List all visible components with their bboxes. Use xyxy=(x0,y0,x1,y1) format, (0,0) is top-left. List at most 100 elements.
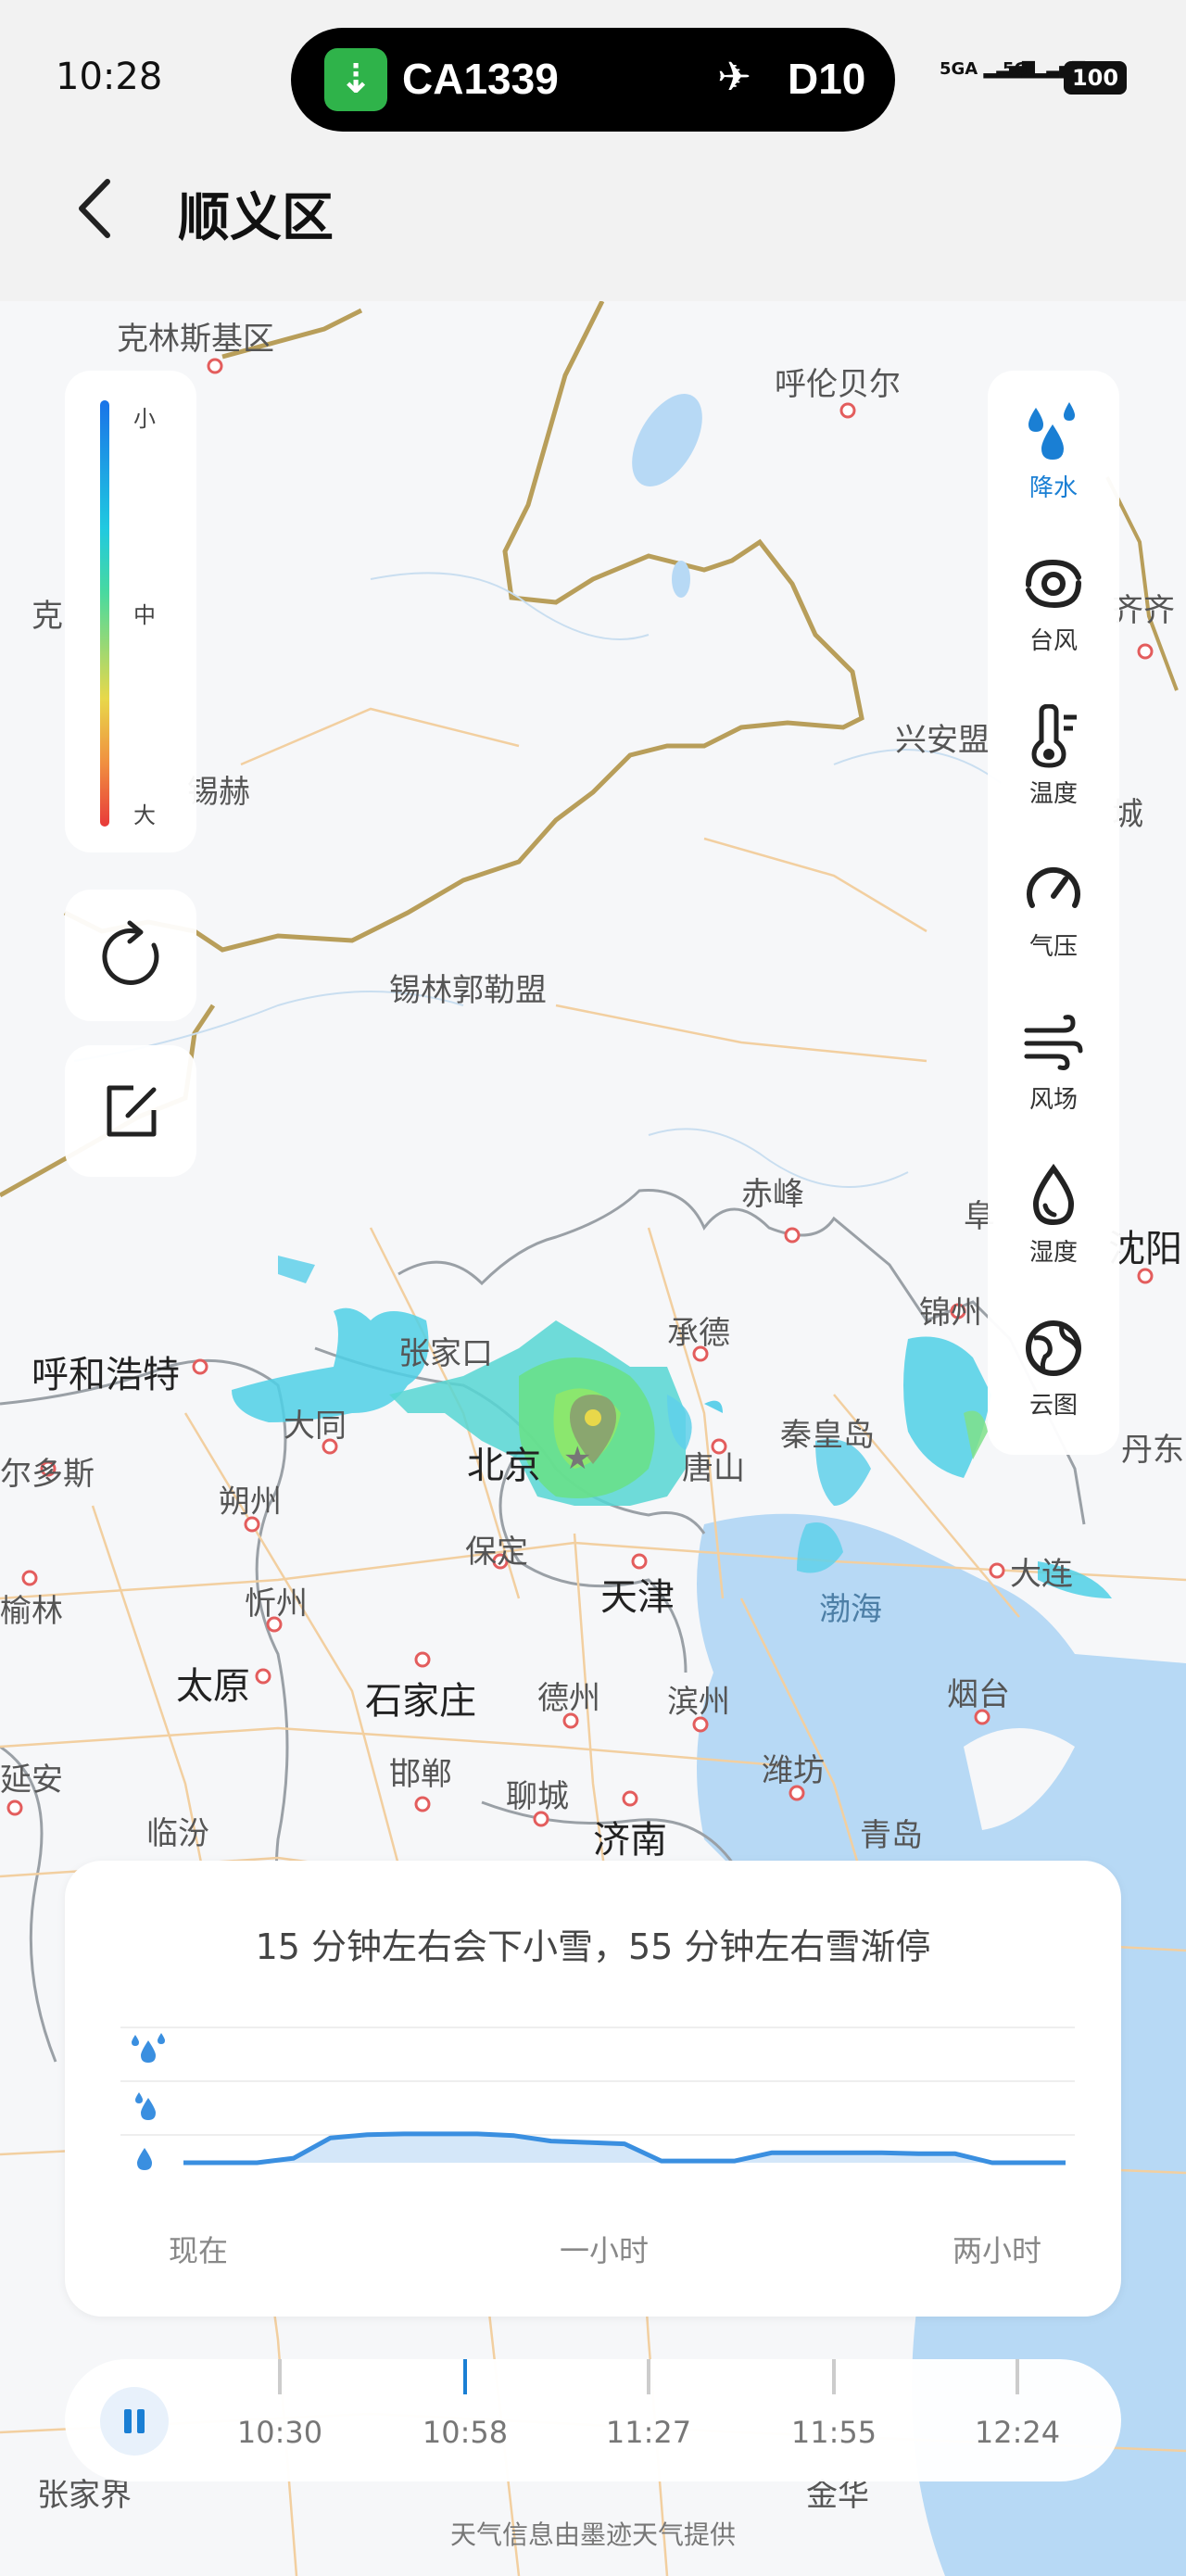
layer-humidity[interactable]: 湿度 xyxy=(988,1135,1119,1283)
map-label: 邯郸 xyxy=(389,1756,452,1793)
intensity-medium-icon xyxy=(135,2092,156,2120)
map-label: 德州 xyxy=(537,1680,600,1717)
pressure-gauge-icon xyxy=(1027,866,1080,908)
timeline-tick[interactable] xyxy=(832,2359,836,2394)
timeline-tick-active[interactable] xyxy=(463,2359,467,2394)
airline-logo-icon: ⇣ xyxy=(324,48,387,111)
map-label: 保定 xyxy=(465,1534,528,1571)
svg-text:★: ★ xyxy=(563,1440,591,1477)
map-label: 潍坊 xyxy=(762,1752,825,1789)
battery-icon: 100 xyxy=(1064,61,1127,95)
layer-cloud[interactable]: 云图 xyxy=(988,1288,1119,1436)
legend-label-large: 大 xyxy=(133,802,156,828)
map-label: 锡林郭勒盟 xyxy=(389,972,547,1009)
map-label: 天津 xyxy=(600,1576,675,1619)
map-label: 石家庄 xyxy=(365,1680,476,1723)
refresh-button[interactable] xyxy=(65,890,196,1021)
layer-typhoon[interactable]: 台风 xyxy=(988,524,1119,672)
map-label: 唐山 xyxy=(682,1450,745,1487)
map-label: 齐齐 xyxy=(1112,592,1175,629)
map-label: 北京 xyxy=(467,1445,541,1487)
map-label: 沈阳 xyxy=(1108,1228,1182,1270)
map-label: 张家口 xyxy=(398,1335,493,1372)
layer-label: 台风 xyxy=(1028,627,1078,655)
map-label: 朔州 xyxy=(219,1484,282,1521)
axis-label-two-hours: 两小时 xyxy=(953,2233,1042,2268)
back-arrow-icon[interactable] xyxy=(72,176,119,241)
layer-panel: 降水 台风 温度 气压 风场 湿度 云图 xyxy=(988,371,1119,1455)
map-label: 大同 xyxy=(284,1408,347,1445)
humidity-drop-icon xyxy=(1032,1163,1075,1226)
map-label: 克 xyxy=(32,598,63,635)
map-label: 呼和浩特 xyxy=(32,1354,180,1396)
map-label: 赤峰 xyxy=(741,1176,804,1213)
edit-button[interactable] xyxy=(65,1045,196,1177)
timeline-player: 10:30 10:58 11:27 11:55 12:24 xyxy=(65,2359,1121,2481)
map-label: 丹东 xyxy=(1121,1432,1184,1469)
refresh-icon xyxy=(102,920,159,985)
map-label: 榆林 xyxy=(0,1593,63,1630)
timeline-tick[interactable] xyxy=(278,2359,282,2394)
layer-label: 云图 xyxy=(1028,1392,1078,1420)
map-label: 秦皇岛 xyxy=(780,1417,875,1454)
map-label: 兴安盟 xyxy=(895,722,990,759)
map-label: 承德 xyxy=(667,1315,730,1352)
forecast-summary: 15 分钟左右会下小雪，55 分钟左右雪渐停 xyxy=(255,1926,931,1967)
page-title: 顺义区 xyxy=(178,188,334,248)
map-label: 太原 xyxy=(176,1665,250,1708)
precipitation-forecast-card: 15 分钟左右会下小雪，55 分钟左右雪渐停 现在 一小时 两小时 xyxy=(65,1861,1121,2317)
timeline-tick[interactable] xyxy=(1016,2359,1019,2394)
wind-icon xyxy=(1024,1015,1083,1070)
layer-wind[interactable]: 风场 xyxy=(988,982,1119,1130)
cloud-globe-icon xyxy=(1026,1320,1081,1376)
timeline-time-label[interactable]: 11:27 xyxy=(584,2415,713,2450)
map-label: 锡赫 xyxy=(187,774,250,811)
intensity-heavy-icon xyxy=(132,2033,165,2063)
status-bar: 10:28 ⇣ CA1339 ✈ D10 5GA ▂▃▅▇ 5G ▂▃▅▇ 10… xyxy=(0,0,1186,139)
map-label: 临汾 xyxy=(146,1815,209,1852)
layer-label: 气压 xyxy=(1028,933,1078,961)
legend-label-medium: 中 xyxy=(133,602,156,628)
thermometer-icon xyxy=(1031,704,1077,768)
legend-label-small: 小 xyxy=(133,406,156,432)
timeline-time-label[interactable]: 10:30 xyxy=(215,2415,345,2450)
axis-label-one-hour: 一小时 xyxy=(560,2233,650,2268)
map-label: 烟台 xyxy=(947,1676,1010,1713)
flight-number: CA1339 xyxy=(402,55,559,103)
pause-button[interactable] xyxy=(100,2387,169,2456)
legend-gradient-bar xyxy=(100,400,109,827)
map-label: 青岛 xyxy=(860,1817,923,1854)
flight-live-activity[interactable]: ⇣ CA1339 ✈ D10 xyxy=(291,28,895,132)
data-credit: 天气信息由墨迹天气提供 xyxy=(449,2519,736,2550)
typhoon-icon xyxy=(1026,559,1081,609)
map-label: 锦州 xyxy=(919,1294,982,1332)
precipitation-legend: 小 中 大 xyxy=(65,371,196,852)
layer-label: 温度 xyxy=(1028,780,1078,808)
gate-number: D10 xyxy=(788,55,866,103)
timeline-time-label[interactable]: 12:24 xyxy=(953,2415,1082,2450)
layer-label: 风场 xyxy=(1028,1086,1078,1114)
timeline-tick[interactable] xyxy=(647,2359,650,2394)
map-label: 忻州 xyxy=(245,1585,308,1623)
axis-label-now: 现在 xyxy=(169,2233,229,2268)
status-time: 10:28 xyxy=(56,56,163,98)
timeline-time-label[interactable]: 10:58 xyxy=(400,2415,530,2450)
layer-label: 湿度 xyxy=(1028,1239,1078,1267)
precipitation-icon xyxy=(1028,402,1075,460)
timeline-time-label[interactable]: 11:55 xyxy=(769,2415,899,2450)
map-label: 克林斯基区 xyxy=(117,321,274,358)
layer-pressure[interactable]: 气压 xyxy=(988,829,1119,978)
layer-precipitation[interactable]: 降水 xyxy=(988,371,1119,519)
intensity-light-icon xyxy=(137,2148,152,2170)
map-label: 大连 xyxy=(1010,1556,1073,1593)
map-label: 滨州 xyxy=(667,1684,730,1721)
map-label: 聊城 xyxy=(506,1778,569,1815)
precipitation-chart xyxy=(120,2027,1075,2170)
edit-icon xyxy=(107,1085,157,1137)
map-label: 延安 xyxy=(0,1762,63,1799)
layer-temperature[interactable]: 温度 xyxy=(988,676,1119,825)
map-label: 呼伦贝尔 xyxy=(775,366,901,403)
map-label: 尔多斯 xyxy=(0,1456,95,1493)
plane-icon: ✈ xyxy=(717,54,751,101)
map-label: 济南 xyxy=(593,1819,667,1862)
